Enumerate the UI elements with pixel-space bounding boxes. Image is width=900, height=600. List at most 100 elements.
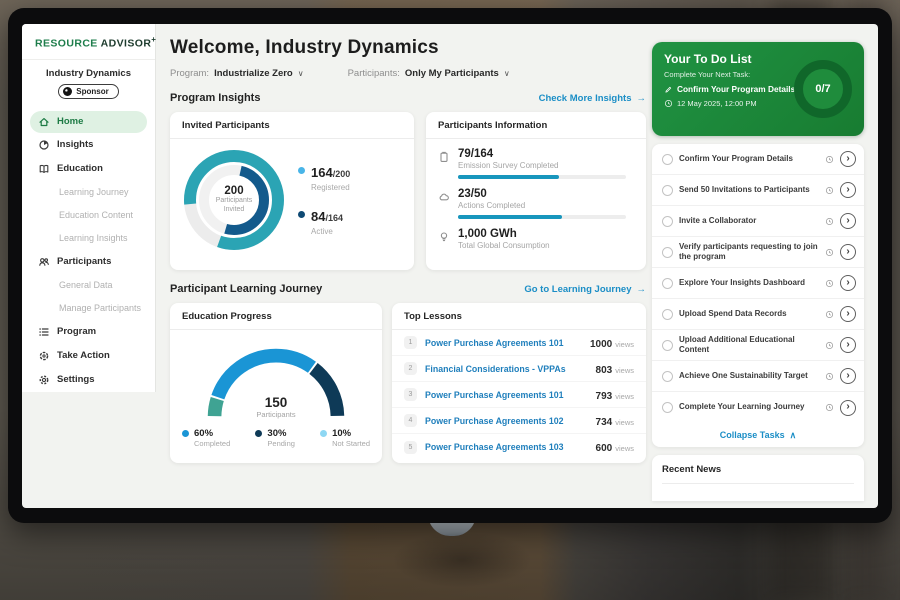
rank-badge: 5	[404, 441, 417, 454]
lesson-link[interactable]: Power Purchase Agreements 101	[425, 338, 582, 348]
program-value: Industrialize Zero	[214, 68, 293, 79]
monitor-bezel: RESOURCE ADVISOR+ Industry Dynamics Spon…	[8, 8, 892, 523]
actions-cloud-icon	[438, 191, 450, 203]
task-checkbox[interactable]	[662, 185, 673, 196]
filters-bar: Program: Industrialize Zero ∨ Participan…	[170, 68, 652, 79]
task-checkbox[interactable]	[662, 402, 673, 413]
task-row[interactable]: Invite a Collaborator ›	[652, 206, 864, 237]
sidebar-item-education-content[interactable]: Education Content	[22, 204, 155, 227]
actions-progress-bar	[458, 215, 626, 219]
sidebar-item-label: Program	[57, 326, 96, 337]
task-clock-icon	[825, 155, 834, 164]
logo-plus: +	[151, 35, 156, 44]
education-progress-card: Education Progress 150 Participants	[170, 303, 382, 463]
lesson-link[interactable]: Power Purchase Agreements 101	[425, 390, 588, 400]
emission-survey-progress-bar	[458, 175, 626, 179]
sidebar-item-learning-insights[interactable]: Learning Insights	[22, 227, 155, 250]
settings-gear-icon	[38, 374, 50, 386]
program-dropdown[interactable]: Program: Industrialize Zero ∨	[170, 68, 304, 79]
card-title: Invited Participants	[170, 112, 414, 139]
sidebar-item-home[interactable]: Home	[30, 111, 147, 133]
sidebar-item-education[interactable]: Education	[22, 157, 155, 181]
chevron-down-icon: ∨	[298, 69, 304, 78]
task-chevron-button[interactable]: ›	[840, 368, 856, 384]
legend-active: 84/164 Active	[298, 208, 350, 236]
todo-hero-card: Your To Do List Complete Your Next Task:…	[652, 42, 864, 136]
program-label: Program:	[170, 68, 209, 79]
lesson-row: 5 Power Purchase Agreements 103 600views	[392, 434, 646, 460]
sidebar-item-participants[interactable]: Participants	[22, 250, 155, 274]
task-chevron-button[interactable]: ›	[840, 306, 856, 322]
task-checkbox[interactable]	[662, 371, 673, 382]
task-checkbox[interactable]	[662, 340, 673, 351]
todo-panel: Your To Do List Complete Your Next Task:…	[652, 24, 864, 508]
lesson-row: 1 Power Purchase Agreements 101 1000view…	[392, 330, 646, 356]
sidebar-item-insights[interactable]: Insights	[22, 133, 155, 157]
task-chevron-button[interactable]: ›	[840, 244, 856, 260]
task-clock-icon	[825, 186, 834, 195]
invited-participants-card: Invited Participants 200 Participants In…	[170, 112, 414, 270]
divider	[662, 483, 854, 484]
insights-icon	[38, 139, 50, 151]
collapse-tasks-link[interactable]: Collapse Tasks ∧	[652, 423, 864, 447]
task-checkbox[interactable]	[662, 278, 673, 289]
check-more-insights-link[interactable]: Check More Insights →	[539, 93, 646, 104]
logo-text-advisor: ADVISOR	[101, 38, 152, 50]
todo-progress-ring: 0/7	[794, 60, 852, 118]
sidebar-item-settings[interactable]: Settings	[22, 368, 155, 392]
dashboard-screen: RESOURCE ADVISOR+ Industry Dynamics Spon…	[22, 24, 878, 508]
task-row[interactable]: Explore Your Insights Dashboard ›	[652, 268, 864, 299]
task-checkbox[interactable]	[662, 216, 673, 227]
task-checkbox[interactable]	[662, 247, 673, 258]
go-to-learning-journey-link[interactable]: Go to Learning Journey →	[524, 284, 646, 295]
lesson-row: 3 Power Purchase Agreements 101 793views	[392, 382, 646, 408]
sidebar-item-label: Learning Insights	[59, 233, 128, 243]
lesson-link[interactable]: Power Purchase Agreements 103	[425, 442, 588, 452]
task-chevron-button[interactable]: ›	[840, 182, 856, 198]
task-chevron-button[interactable]: ›	[840, 400, 856, 416]
task-clock-icon	[825, 279, 834, 288]
task-clock-icon	[825, 217, 834, 226]
task-row[interactable]: Achieve One Sustainability Target ›	[652, 361, 864, 392]
donut-center-value: 200	[224, 185, 243, 197]
task-checkbox[interactable]	[662, 309, 673, 320]
arrow-right-icon: →	[637, 284, 647, 295]
sidebar: RESOURCE ADVISOR+ Industry Dynamics Spon…	[22, 24, 156, 392]
lesson-link[interactable]: Power Purchase Agreements 102	[425, 416, 588, 426]
pencil-icon	[664, 85, 673, 94]
participants-dropdown[interactable]: Participants: Only My Participants ∨	[348, 68, 510, 79]
sidebar-item-take-action[interactable]: Take Action	[22, 344, 155, 368]
sidebar-item-program[interactable]: Program	[22, 320, 155, 344]
task-chevron-button[interactable]: ›	[840, 151, 856, 167]
home-icon	[38, 116, 50, 128]
task-row[interactable]: Confirm Your Program Details ›	[652, 144, 864, 175]
sidebar-item-manage-participants[interactable]: Manage Participants	[22, 297, 155, 320]
sidebar-item-label: Take Action	[57, 350, 110, 361]
task-row[interactable]: Complete Your Learning Journey ›	[652, 392, 864, 423]
recent-news-card: Recent News	[652, 455, 864, 501]
lesson-link[interactable]: Financial Considerations - VPPAs	[425, 364, 588, 374]
task-clock-icon	[825, 310, 834, 319]
chevron-down-icon: ∨	[504, 69, 510, 78]
survey-icon	[438, 151, 450, 163]
sidebar-item-learning-journey[interactable]: Learning Journey	[22, 181, 155, 204]
todo-task-list: Confirm Your Program Details › Send 50 I…	[652, 144, 864, 447]
legend-pending: 30% Pending	[255, 428, 295, 448]
task-clock-icon	[825, 248, 834, 257]
task-checkbox[interactable]	[662, 154, 673, 165]
task-chevron-button[interactable]: ›	[840, 275, 856, 291]
task-row[interactable]: Upload Additional Educational Content ›	[652, 330, 864, 361]
sidebar-item-general-data[interactable]: General Data	[22, 274, 155, 297]
section-title-learning-journey: Participant Learning Journey	[170, 283, 322, 295]
rank-badge: 4	[404, 414, 417, 427]
bulb-icon	[438, 231, 450, 243]
task-row[interactable]: Send 50 Invitations to Participants ›	[652, 175, 864, 206]
task-chevron-button[interactable]: ›	[840, 337, 856, 353]
task-chevron-button[interactable]: ›	[840, 213, 856, 229]
task-row[interactable]: Verify participants requesting to join t…	[652, 237, 864, 268]
not-started-dot-icon	[320, 430, 327, 437]
card-title: Participants Information	[426, 112, 646, 139]
participants-icon	[38, 256, 50, 268]
task-row[interactable]: Upload Spend Data Records ›	[652, 299, 864, 330]
page-title: Welcome, Industry Dynamics	[170, 37, 652, 59]
